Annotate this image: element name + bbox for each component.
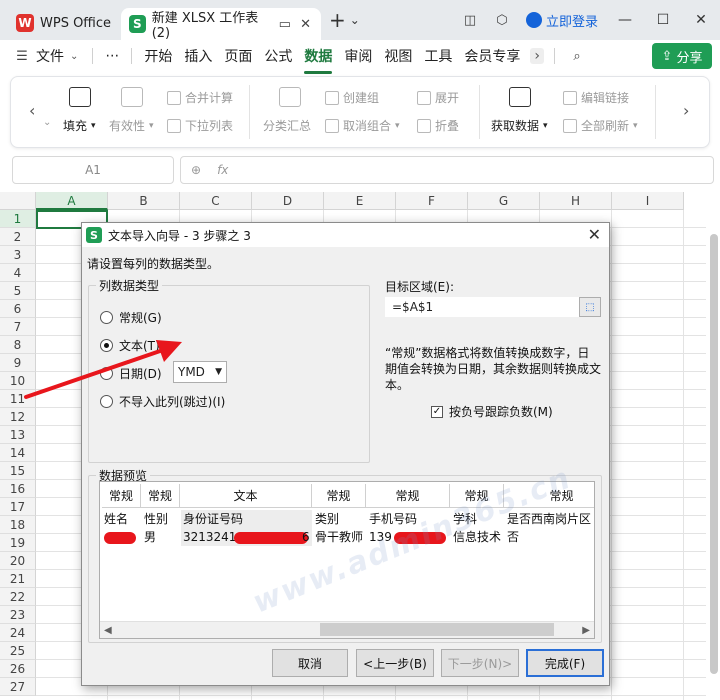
annotation-arrow-overlay — [24, 340, 182, 399]
annotation-arrow-line — [24, 348, 165, 399]
